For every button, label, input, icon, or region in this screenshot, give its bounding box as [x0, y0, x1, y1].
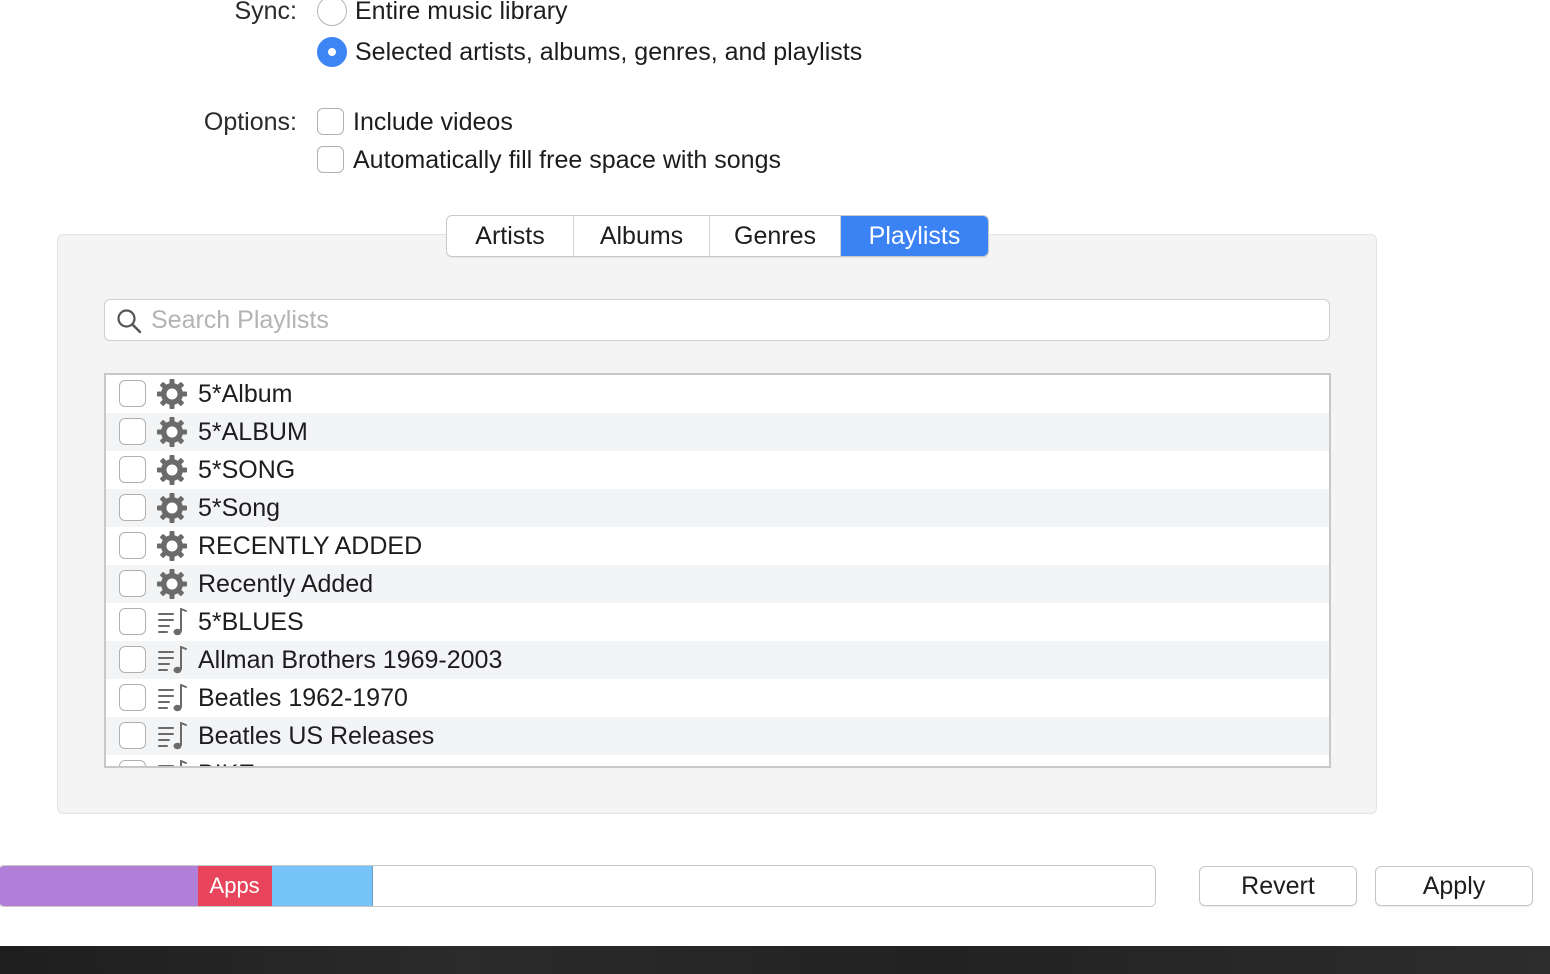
playlist-row[interactable]: Allman Brothers 1969-2003	[106, 641, 1329, 679]
playlist-row[interactable]: Beatles 1962-1970	[106, 679, 1329, 717]
smart-playlist-gear-icon	[157, 493, 187, 523]
radio-selected-items[interactable]	[317, 37, 347, 67]
playlist-music-icon	[158, 684, 187, 712]
autofill-checkbox[interactable]	[317, 146, 344, 173]
category-tabs: Artists Albums Genres Playlists	[446, 215, 989, 257]
playlist-checkbox[interactable]	[119, 494, 146, 521]
radio-entire-library[interactable]	[317, 0, 347, 26]
playlist-name: BIKE	[198, 755, 255, 766]
playlist-name: Recently Added	[198, 570, 374, 598]
playlist-name: 5*ALBUM	[198, 418, 308, 446]
playlist-checkbox[interactable]	[119, 608, 146, 635]
playlist-checkbox[interactable]	[119, 760, 146, 766]
playlist-row[interactable]: 5*Song	[106, 489, 1329, 527]
playlist-name: Allman Brothers 1969-2003	[198, 646, 503, 674]
playlist-checkbox[interactable]	[119, 646, 146, 673]
search-icon	[117, 309, 142, 334]
tab-playlists[interactable]: Playlists	[841, 216, 988, 256]
playlist-checkbox[interactable]	[119, 684, 146, 711]
smart-playlist-gear-icon	[157, 569, 187, 599]
autofill-label[interactable]: Automatically fill free space with songs	[353, 146, 781, 175]
smart-playlist-gear-icon	[157, 531, 187, 561]
playlist-checkbox[interactable]	[119, 532, 146, 559]
smart-playlist-gear-icon	[157, 379, 187, 409]
smart-playlist-gear-icon	[157, 455, 187, 485]
revert-button[interactable]: Revert	[1199, 866, 1357, 906]
playlist-name: 5*BLUES	[198, 608, 304, 636]
playlist-row[interactable]: 5*SONG	[106, 451, 1329, 489]
smart-playlist-gear-icon	[157, 417, 187, 447]
playlist-row[interactable]: 5*ALBUM	[106, 413, 1329, 451]
playlist-checkbox[interactable]	[119, 570, 146, 597]
playlist-name: 5*Song	[198, 494, 281, 522]
playlist-checkbox[interactable]	[119, 456, 146, 483]
playlist-name: Beatles 1962-1970	[198, 684, 408, 712]
playlist-row[interactable]: RECENTLY ADDED	[106, 527, 1329, 565]
playlist-row[interactable]: 5*Album	[106, 375, 1329, 413]
search-placeholder: Search Playlists	[151, 306, 329, 334]
playlist-music-icon	[158, 722, 187, 750]
radio-entire-library-label[interactable]: Entire music library	[355, 0, 568, 26]
playlist-checkbox[interactable]	[119, 418, 146, 445]
radio-selected-items-label[interactable]: Selected artists, albums, genres, and pl…	[355, 38, 862, 67]
search-input[interactable]: Search Playlists	[104, 299, 1330, 341]
tab-albums[interactable]: Albums	[574, 216, 710, 256]
playlist-music-icon	[158, 608, 187, 636]
tab-genres[interactable]: Genres	[710, 216, 841, 256]
playlist-music-icon	[158, 760, 187, 766]
playlist-music-icon	[158, 646, 187, 674]
playlist-name: 5*Album	[198, 380, 293, 408]
playlist-name: 5*SONG	[198, 456, 296, 484]
include-videos-checkbox[interactable]	[317, 108, 344, 135]
playlist-checkbox[interactable]	[119, 380, 146, 407]
include-videos-label[interactable]: Include videos	[353, 108, 513, 137]
playlist-checkbox[interactable]	[119, 722, 146, 749]
apply-button[interactable]: Apply	[1375, 866, 1533, 906]
playlist-row[interactable]: Beatles US Releases	[106, 717, 1329, 755]
capacity-bar[interactable]: Apps	[0, 865, 1156, 907]
capacity-segment	[271, 866, 374, 906]
capacity-segment: Apps	[197, 866, 272, 906]
playlist-row[interactable]: 5*BLUES	[106, 603, 1329, 641]
sync-label: Sync:	[234, 0, 297, 25]
playlist-list[interactable]: 5*Album 5*ALBUM 5*SONG 5*Song RECENTLY A…	[104, 373, 1331, 768]
capacity-segment	[373, 866, 1155, 906]
playlist-row[interactable]: BIKE	[106, 755, 1329, 766]
playlist-name: RECENTLY ADDED	[198, 532, 423, 560]
desktop-background	[0, 946, 1550, 974]
playlist-name: Beatles US Releases	[198, 722, 435, 750]
options-label: Options:	[203, 108, 297, 136]
tab-artists[interactable]: Artists	[447, 216, 574, 256]
capacity-segment-label: Apps	[209, 873, 260, 898]
playlist-row[interactable]: Recently Added	[106, 565, 1329, 603]
capacity-segment	[0, 866, 198, 906]
